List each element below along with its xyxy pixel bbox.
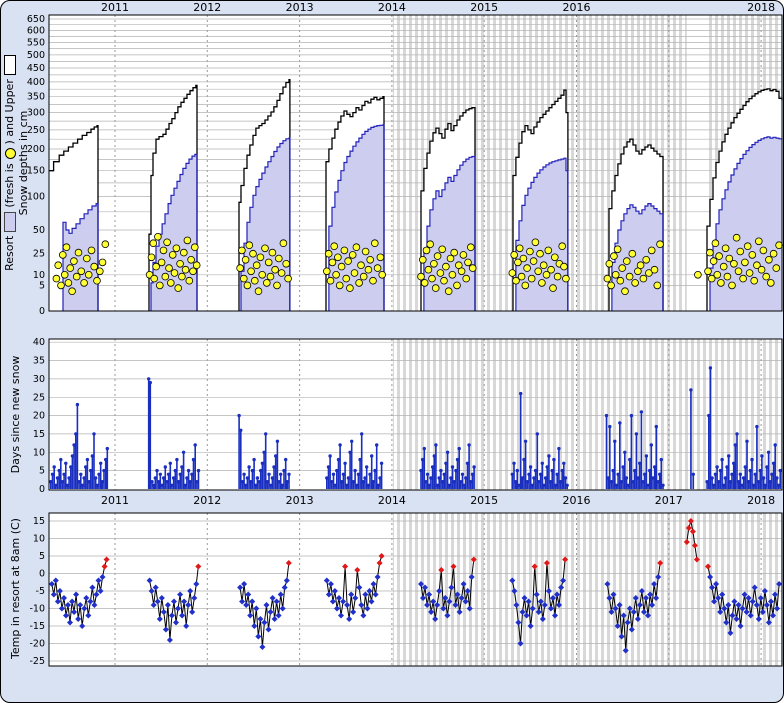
svg-text:2014: 2014: [378, 1, 406, 14]
fresh-snow-dot-icon: [5, 148, 16, 159]
svg-text:50: 50: [33, 225, 45, 236]
svg-text:25: 25: [33, 392, 45, 403]
svg-text:5: 5: [39, 551, 45, 562]
snow-axis-upper-text: ) and Upper: [3, 79, 17, 144]
svg-text:35: 35: [33, 356, 45, 367]
svg-text:2017: 2017: [655, 494, 683, 507]
svg-text:2016: 2016: [563, 1, 591, 14]
svg-text:2013: 2013: [286, 494, 314, 507]
svg-text:-20: -20: [29, 639, 45, 650]
svg-text:2012: 2012: [193, 1, 221, 14]
svg-text:0: 0: [39, 484, 45, 495]
svg-text:20: 20: [33, 411, 45, 422]
resort-depth-swatch: [4, 212, 16, 232]
svg-text:2015: 2015: [470, 1, 498, 14]
svg-text:2018: 2018: [747, 1, 775, 14]
snow-axis-resort-text: Resort: [3, 236, 17, 271]
svg-text:15: 15: [33, 516, 45, 527]
svg-text:25: 25: [33, 249, 45, 260]
chart-canvas: 2011201220132014201520162018201120122013…: [1, 1, 784, 703]
svg-text:5: 5: [39, 466, 45, 477]
svg-text:-25: -25: [29, 656, 45, 667]
svg-text:2016: 2016: [563, 494, 591, 507]
svg-text:2012: 2012: [193, 494, 221, 507]
svg-text:15: 15: [33, 429, 45, 440]
svg-text:0: 0: [39, 306, 45, 317]
svg-text:2015: 2015: [470, 494, 498, 507]
svg-text:30: 30: [33, 374, 45, 385]
days-axis-label: Days since new snow: [9, 339, 22, 490]
snow-axis-fresh-text: (fresh is: [3, 163, 17, 207]
snow-axis-legend-line: Resort (fresh is ) and Upper: [3, 55, 17, 271]
temp-panel: [49, 513, 782, 666]
snow-history-chart: 2011201220132014201520162018201120122013…: [0, 0, 784, 703]
snow-depth-panel: [49, 15, 782, 311]
svg-text:-15: -15: [29, 621, 45, 632]
upper-depth-swatch: [4, 55, 16, 75]
snow-axis-units-text: Snow depths in cm: [17, 111, 31, 216]
svg-text:2011: 2011: [101, 494, 129, 507]
svg-text:2011: 2011: [101, 1, 129, 14]
svg-text:-5: -5: [36, 586, 45, 597]
svg-text:2014: 2014: [378, 494, 406, 507]
svg-text:5: 5: [39, 280, 45, 291]
snow-axis-label: Resort (fresh is ) and Upper Snow depths…: [3, 15, 31, 311]
days-since-snow-panel: [49, 339, 782, 490]
svg-text:10: 10: [33, 447, 45, 458]
svg-text:40: 40: [33, 337, 45, 348]
svg-text:2018: 2018: [747, 494, 775, 507]
temp-axis-label: Temp in resort at 8am (C): [9, 512, 22, 665]
svg-text:2013: 2013: [286, 1, 314, 14]
svg-text:-10: -10: [29, 604, 45, 615]
svg-text:0: 0: [39, 569, 45, 580]
svg-text:10: 10: [33, 270, 45, 281]
svg-text:10: 10: [33, 534, 45, 545]
